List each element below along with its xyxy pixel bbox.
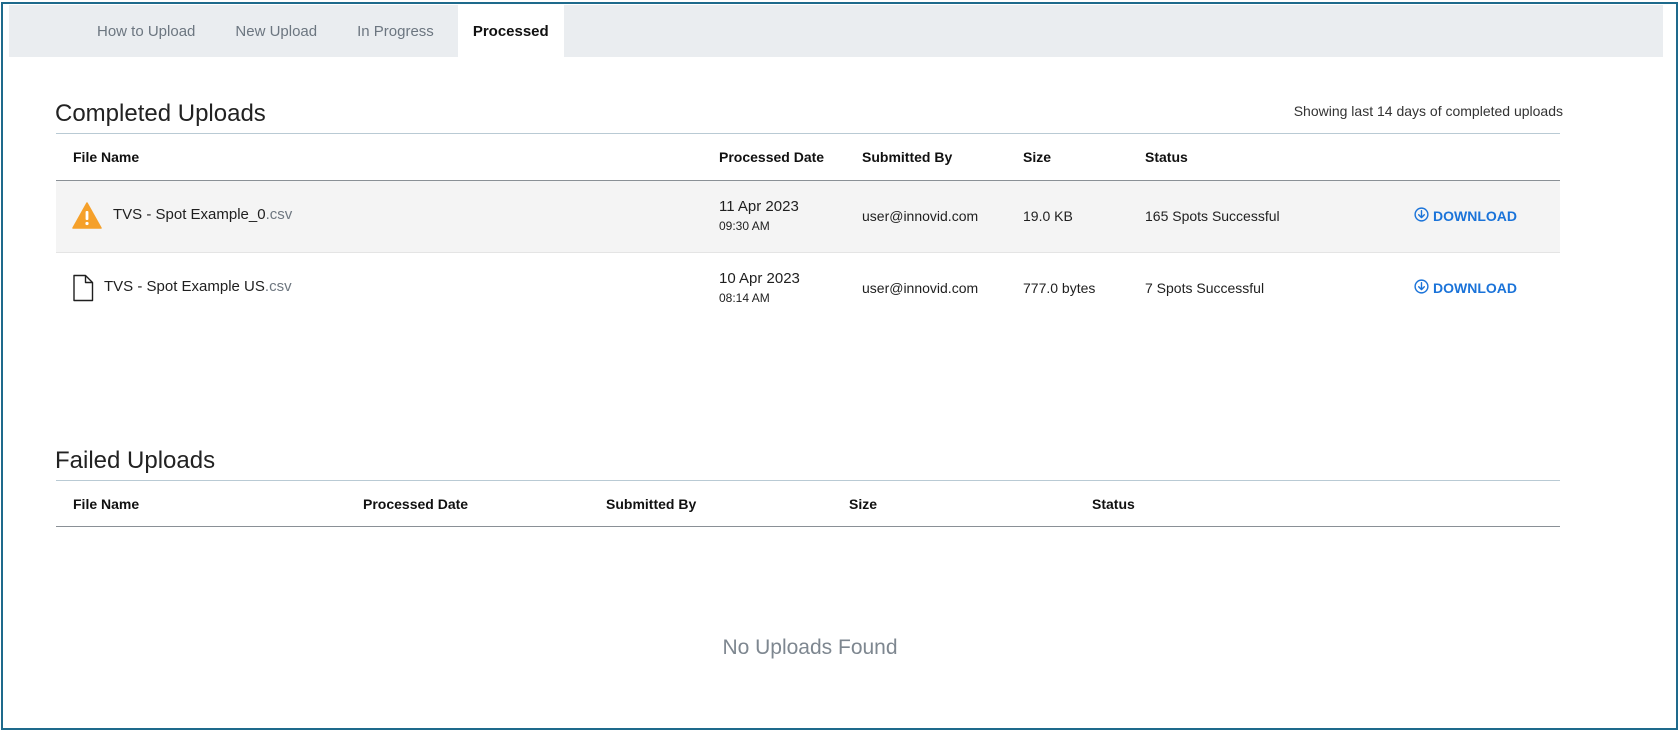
completed-uploads-title: Completed Uploads <box>55 100 266 127</box>
tab-how-to-upload[interactable]: How to Upload <box>77 5 215 57</box>
col-header-file-name: File Name <box>73 496 140 512</box>
col-header-status: Status <box>1145 149 1188 165</box>
processed-date: 11 Apr 2023 09:30 AM <box>719 198 799 233</box>
file-name: TVS - Spot Example_0.csv <box>113 206 293 223</box>
submitted-by: user@innovid.com <box>862 208 979 224</box>
failed-uploads-title: Failed Uploads <box>55 447 216 474</box>
download-circle-icon <box>1414 279 1429 297</box>
submitted-by: user@innovid.com <box>862 280 979 296</box>
failed-title-divider <box>56 480 1560 481</box>
col-header-size: Size <box>849 496 878 512</box>
file-name: TVS - Spot Example US.csv <box>104 278 292 295</box>
file-size: 19.0 KB <box>1023 208 1073 224</box>
completed-title-divider <box>56 133 1560 134</box>
download-button[interactable]: DOWNLOAD <box>1414 207 1517 225</box>
completed-uploads-note: Showing last 14 days of completed upload… <box>1293 103 1563 119</box>
col-header-submitted-by: Submitted By <box>862 149 953 165</box>
warning-icon <box>72 202 102 234</box>
col-header-submitted-by: Submitted By <box>606 496 697 512</box>
file-size: 777.0 bytes <box>1023 280 1096 296</box>
file-icon <box>72 274 94 307</box>
processed-date: 10 Apr 2023 08:14 AM <box>719 270 800 305</box>
tab-processed[interactable]: Processed <box>457 5 564 57</box>
download-label: DOWNLOAD <box>1433 280 1517 296</box>
status-text: 165 Spots Successful <box>1145 208 1280 224</box>
tab-in-progress[interactable]: In Progress <box>337 5 454 57</box>
col-header-size: Size <box>1023 149 1052 165</box>
col-header-file-name: File Name <box>73 149 140 165</box>
col-header-status: Status <box>1092 496 1135 512</box>
download-circle-icon <box>1414 207 1429 225</box>
empty-state-message: No Uploads Found <box>722 636 898 659</box>
tab-new-upload[interactable]: New Upload <box>215 5 337 57</box>
status-text: 7 Spots Successful <box>1145 280 1265 296</box>
tab-bar: How to Upload New Upload In Progress Pro… <box>9 5 1663 57</box>
failed-header-divider <box>56 526 1560 527</box>
col-header-processed-date: Processed Date <box>719 149 825 165</box>
download-button[interactable]: DOWNLOAD <box>1414 279 1517 297</box>
download-label: DOWNLOAD <box>1433 208 1517 224</box>
col-header-processed-date: Processed Date <box>363 496 469 512</box>
